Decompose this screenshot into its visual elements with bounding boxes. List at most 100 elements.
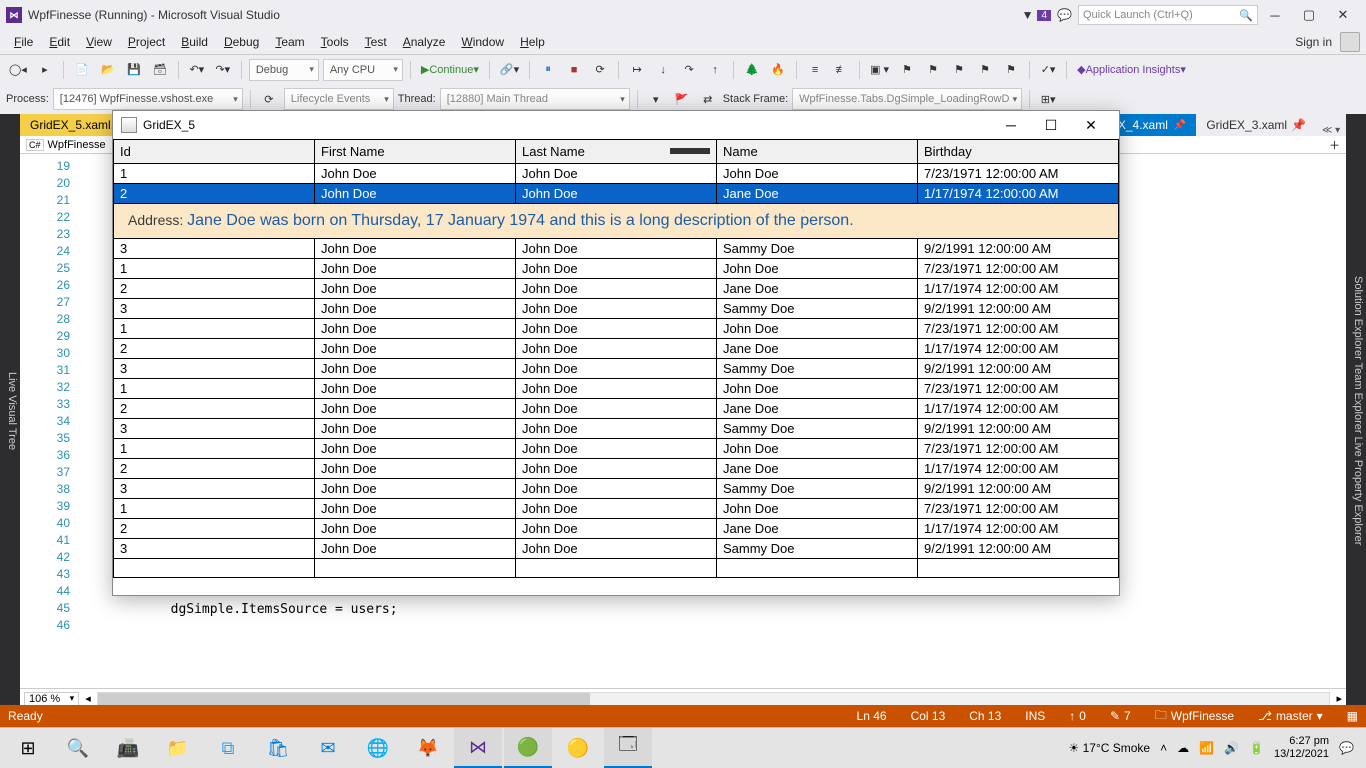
step-into-icon[interactable]: ↓ [652, 59, 674, 81]
swap-icon[interactable]: ⇄ [697, 88, 719, 110]
save-icon[interactable]: 💾 [123, 59, 145, 81]
avatar-icon[interactable] [1340, 32, 1360, 52]
flag5-icon[interactable]: ⚑ [1000, 59, 1022, 81]
horizontal-scrollbar[interactable] [97, 692, 1331, 706]
notification-flag[interactable]: 4 [1037, 10, 1051, 21]
volume-icon[interactable]: 🔊 [1224, 741, 1239, 755]
table-row[interactable]: 3John DoeJohn DoeSammy Doe9/2/1991 12:00… [114, 239, 1119, 259]
doc-tab-gridex5[interactable]: GridEX_5.xaml. [20, 114, 124, 136]
browser-link-icon[interactable]: 🔗▾ [497, 59, 522, 81]
flag4-icon[interactable]: ⚑ [974, 59, 996, 81]
status-project[interactable]: 🗀 WpfFinesse [1155, 706, 1234, 727]
stop-icon[interactable]: ■ [563, 59, 585, 81]
bookmark-group-icon[interactable]: ▣ ▾ [867, 59, 892, 81]
status-publish[interactable]: ↑ 0 [1069, 709, 1086, 723]
menu-team[interactable]: Team [267, 32, 312, 52]
zoom-combo[interactable]: 106 % [24, 692, 79, 706]
action-center-icon[interactable]: 💬 [1339, 741, 1354, 755]
lifecycle-combo[interactable]: Lifecycle Events [284, 88, 394, 110]
table-row[interactable]: 1John DoeJohn DoeJohn Doe7/23/1971 12:00… [114, 259, 1119, 279]
chrome2-icon[interactable]: 🟡 [554, 728, 602, 768]
table-row[interactable]: 2John DoeJohn DoeJane Doe1/17/1974 12:00… [114, 339, 1119, 359]
table-row[interactable]: 2John DoeJohn DoeJane Doe1/17/1974 12:00… [114, 279, 1119, 299]
menu-tools[interactable]: Tools [313, 32, 357, 52]
status-grid-icon[interactable]: ▦ [1347, 709, 1358, 723]
col-header[interactable]: First Name [315, 140, 516, 164]
mail-icon[interactable]: ✉ [304, 728, 352, 768]
menu-view[interactable]: View [78, 32, 120, 52]
new-project-icon[interactable]: 📄 [71, 59, 93, 81]
scroll-right-icon[interactable]: ▸ [1336, 692, 1342, 705]
redo-icon[interactable]: ↷▾ [212, 59, 234, 81]
table-row[interactable]: Address: Jane Doe was born on Thursday, … [114, 204, 1119, 239]
start-button[interactable]: ⊞ [4, 728, 52, 768]
stackframe-combo[interactable]: WpfFinesse.Tabs.DgSimple_LoadingRowD [792, 88, 1022, 110]
menu-window[interactable]: Window [453, 32, 512, 52]
flag3-icon[interactable]: ⚑ [948, 59, 970, 81]
menu-edit[interactable]: Edit [41, 32, 78, 52]
menu-project[interactable]: Project [120, 32, 173, 52]
explorer-icon[interactable]: 📠 [104, 728, 152, 768]
hot-reload-icon[interactable]: 🔥 [767, 59, 789, 81]
show-next-icon[interactable]: ↦ [626, 59, 648, 81]
grid-icon[interactable]: ⊞▾ [1037, 88, 1059, 110]
table-row[interactable]: 1John DoeJohn DoeJohn Doe7/23/1971 12:00… [114, 319, 1119, 339]
onedrive-icon[interactable]: ☁ [1177, 741, 1189, 755]
comment-icon[interactable]: ≡ [804, 59, 826, 81]
task-view-icon[interactable]: 🗔 [604, 728, 652, 768]
vscode-icon[interactable]: ⧉ [204, 728, 252, 768]
menu-help[interactable]: Help [512, 32, 553, 52]
filter-threads-icon[interactable]: ▾ [645, 88, 667, 110]
pin-icon[interactable]: 📌 [1174, 120, 1186, 131]
maximize-button[interactable]: ▢ [1292, 4, 1326, 26]
tabs-overflow-icon[interactable]: ≪ ▾ [1316, 125, 1346, 136]
config-combo[interactable]: Debug [249, 59, 319, 81]
table-row[interactable] [114, 559, 1119, 578]
lifecycle-icon[interactable]: ⟳ [258, 88, 280, 110]
battery-icon[interactable]: 🔋 [1249, 741, 1264, 755]
flag1-icon[interactable]: ⚑ [896, 59, 918, 81]
table-row[interactable]: 3John DoeJohn DoeSammy Doe9/2/1991 12:00… [114, 359, 1119, 379]
task-list-icon[interactable]: ✓▾ [1037, 59, 1059, 81]
gridex-maximize-button[interactable]: ☐ [1031, 112, 1071, 138]
right-tool-tabs[interactable]: Solution Explorer Team Explorer Live Pro… [1346, 114, 1366, 708]
live-visual-tree-icon[interactable]: 🌲 [741, 59, 763, 81]
edge-icon[interactable]: 🌐 [354, 728, 402, 768]
breadcrumb[interactable]: WpfFinesse [48, 139, 106, 151]
toggle-flag-icon[interactable]: 🚩 [671, 88, 693, 110]
search-button[interactable]: 🔍 [54, 728, 102, 768]
doc-tab-gridex3[interactable]: GridEX_3.xaml 📌 [1196, 114, 1316, 136]
status-changes[interactable]: ✎ 7 [1110, 709, 1131, 723]
nav-fwd-icon[interactable]: ▸ [34, 59, 56, 81]
menu-build[interactable]: Build [173, 32, 216, 52]
store-icon[interactable]: 🛍 [254, 728, 302, 768]
platform-combo[interactable]: Any CPU [323, 59, 403, 81]
col-header[interactable]: Id [114, 140, 315, 164]
vs-icon[interactable]: ⋈ [454, 728, 502, 768]
status-branch[interactable]: ⎇ master ▾ [1258, 709, 1323, 723]
uncomment-icon[interactable]: ≢ [830, 59, 852, 81]
table-row[interactable]: 2John DoeJohn DoeJane Doe1/17/1974 12:00… [114, 399, 1119, 419]
undo-icon[interactable]: ↶▾ [186, 59, 208, 81]
save-all-icon[interactable]: 🗃 [149, 59, 171, 81]
live-visual-tree-tab[interactable]: Live Visual Tree [0, 114, 20, 708]
table-row[interactable]: 1John DoeJohn DoeJohn Doe7/23/1971 12:00… [114, 499, 1119, 519]
menu-debug[interactable]: Debug [216, 32, 267, 52]
tray-chevron-icon[interactable]: ˄ [1160, 741, 1167, 755]
wifi-icon[interactable]: 📶 [1199, 741, 1214, 755]
nav-back-icon[interactable]: ◯◂ [6, 59, 30, 81]
menu-analyze[interactable]: Analyze [395, 32, 454, 52]
clock[interactable]: 6:27 pm13/12/2021 [1274, 735, 1329, 761]
open-icon[interactable]: 📂 [97, 59, 119, 81]
nav-plus-icon[interactable]: ＋ [1329, 137, 1340, 153]
gridex-titlebar[interactable]: GridEX_5 ─ ☐ ✕ [113, 111, 1119, 139]
scroll-left-icon[interactable]: ◂ [85, 692, 91, 705]
app-insights-button[interactable]: ◆ Application Insights ▾ [1074, 59, 1189, 81]
table-row[interactable]: 3John DoeJohn DoeSammy Doe9/2/1991 12:00… [114, 539, 1119, 559]
weather-widget[interactable]: ☀ 17°C Smoke [1069, 741, 1151, 755]
table-row[interactable]: 2John DoeJohn DoeJane Doe1/17/1974 12:00… [114, 184, 1119, 204]
table-row[interactable]: 3John DoeJohn DoeSammy Doe9/2/1991 12:00… [114, 299, 1119, 319]
quick-launch-input[interactable]: Quick Launch (Ctrl+Q)🔍 [1078, 5, 1258, 25]
col-header[interactable]: Name [717, 140, 918, 164]
process-combo[interactable]: [12476] WpfFinesse.vshost.exe [53, 88, 243, 110]
